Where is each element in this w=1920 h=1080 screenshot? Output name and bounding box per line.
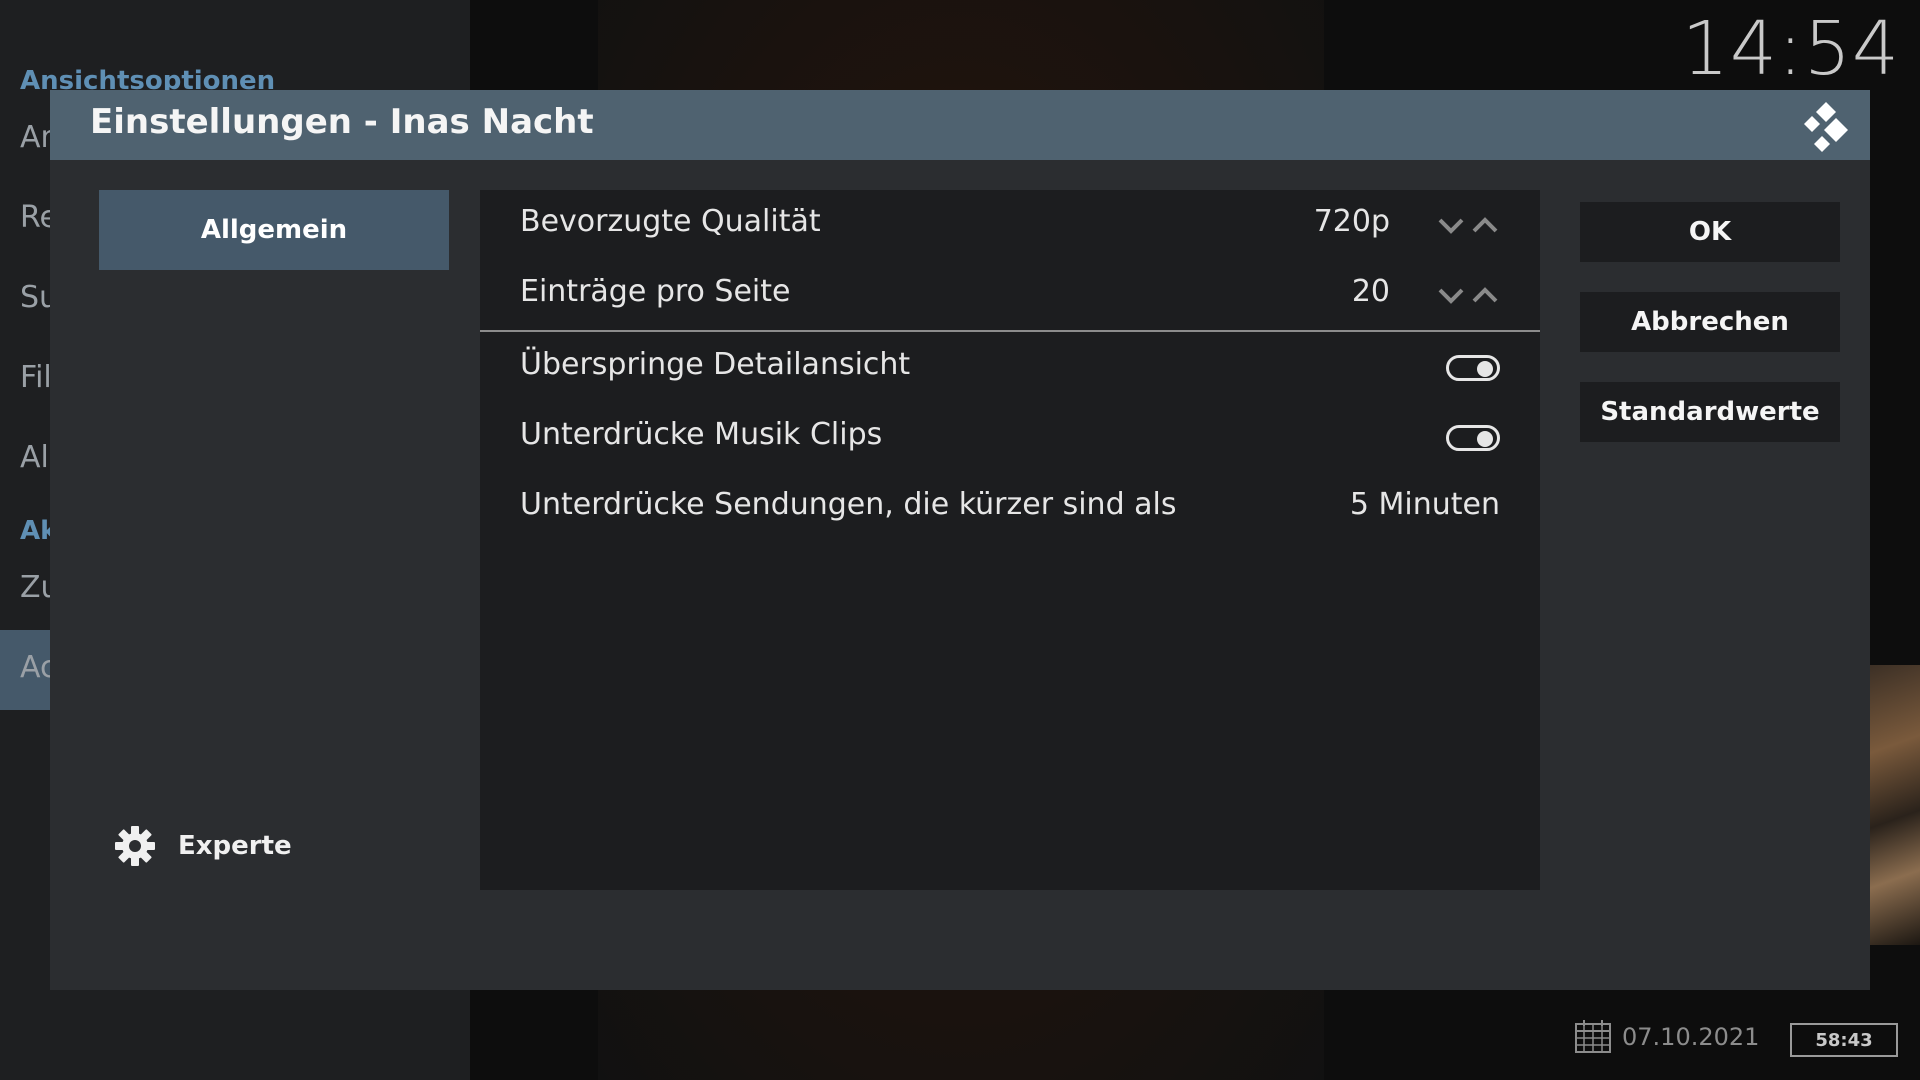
settings-dialog: Einstellungen - Inas Nacht Allgemein Exp… [50, 90, 1870, 990]
cancel-button[interactable]: Abbrechen [1580, 292, 1840, 352]
clock: 14:54 [1681, 6, 1900, 92]
setting-label: Bevorzugte Qualität [520, 204, 821, 239]
setting-row-suppress-clips[interactable]: Unterdrücke Musik Clips [480, 403, 1540, 473]
setting-row-min-duration[interactable]: Unterdrücke Sendungen, die kürzer sind a… [480, 473, 1540, 543]
toggle-switch[interactable] [1446, 355, 1500, 381]
setting-row-quality[interactable]: Bevorzugte Qualität 720p [480, 190, 1540, 260]
setting-value: 720p [1313, 204, 1390, 239]
duration-badge: 58:43 [1790, 1023, 1898, 1057]
date-text: 07.10.2021 [1622, 1023, 1760, 1051]
settings-level-button[interactable]: Experte [114, 825, 292, 867]
kodi-logo-icon [1804, 102, 1848, 152]
toggle-switch[interactable] [1446, 425, 1500, 451]
section-divider [480, 330, 1540, 332]
setting-row-entries[interactable]: Einträge pro Seite 20 [480, 260, 1540, 330]
category-allgemein[interactable]: Allgemein [99, 190, 449, 270]
setting-label: Einträge pro Seite [520, 274, 791, 309]
spinner-arrows-icon[interactable] [1436, 284, 1500, 308]
gear-icon [115, 826, 155, 866]
dialog-title: Einstellungen - Inas Nacht [90, 102, 594, 142]
settings-list: Bevorzugte Qualität 720p Einträge pro Se… [480, 190, 1540, 890]
settings-level-label: Experte [178, 831, 292, 861]
setting-row-skip-details[interactable]: Überspringe Detailansicht [480, 333, 1540, 403]
ok-button[interactable]: OK [1580, 202, 1840, 262]
setting-label: Unterdrücke Musik Clips [520, 417, 883, 452]
defaults-button[interactable]: Standardwerte [1580, 382, 1840, 442]
background-thumbnail [1866, 665, 1920, 945]
setting-value: 20 [1351, 274, 1390, 309]
setting-value: 5 Minuten [1349, 487, 1500, 522]
calendar-icon [1575, 1020, 1611, 1053]
spinner-arrows-icon[interactable] [1436, 214, 1500, 238]
bg-menu-item[interactable]: Fil [20, 360, 52, 395]
setting-label: Überspringe Detailansicht [520, 347, 911, 382]
setting-label: Unterdrücke Sendungen, die kürzer sind a… [520, 487, 1177, 522]
footer-date: 07.10.2021 [1574, 1020, 1759, 1054]
dialog-header: Einstellungen - Inas Nacht [50, 90, 1870, 160]
